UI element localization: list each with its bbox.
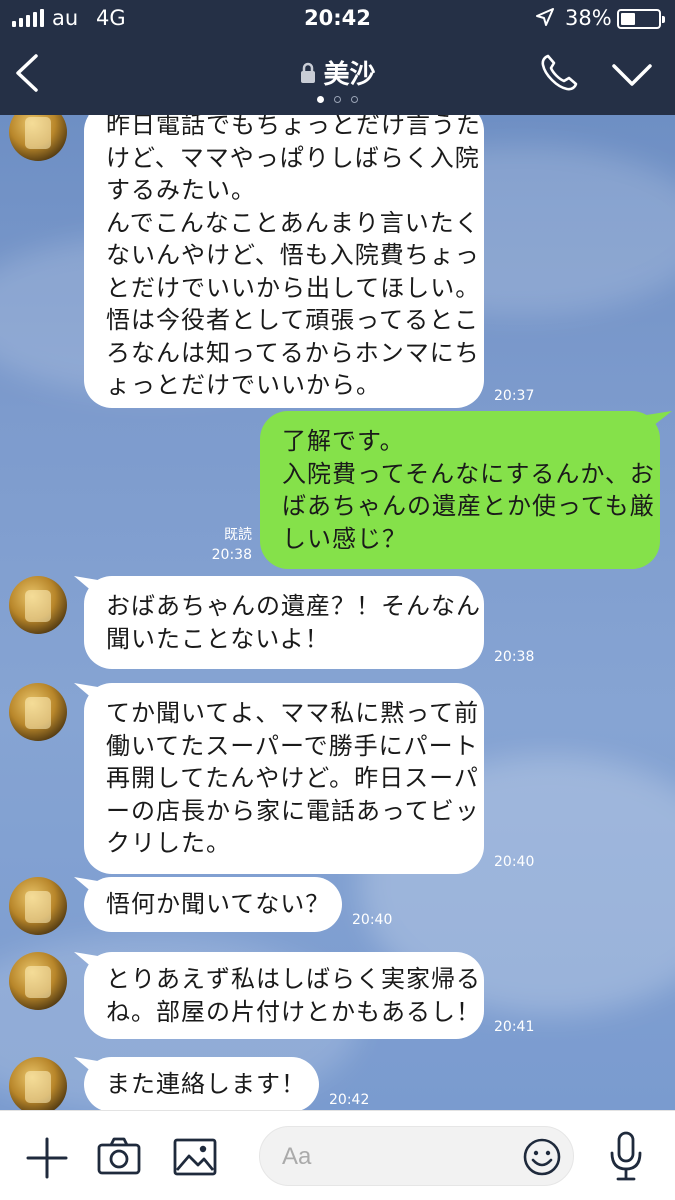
message-text-line: 悟は今役者として頑張ってるとこ bbox=[106, 306, 480, 334]
message-text-line: するみたい。 bbox=[106, 176, 256, 204]
message-time: 20:40 bbox=[352, 911, 393, 928]
message-text-line: ょっとだけでいいから。 bbox=[106, 371, 381, 399]
contact-avatar[interactable] bbox=[9, 576, 67, 634]
message-text-line: クリした。 bbox=[106, 829, 231, 857]
status-bar: au 4G 20:42 38% bbox=[0, 0, 675, 38]
chat-title[interactable]: 美沙 bbox=[299, 54, 376, 91]
page-dot bbox=[317, 96, 324, 103]
message-text-line: んでこんなことあんまり言いたく bbox=[106, 208, 480, 237]
message-text-line: けど、ママやっぱりしばらく入院 bbox=[106, 143, 480, 172]
battery-icon bbox=[617, 9, 665, 29]
message-text-line: 聞いたことないよ！ bbox=[106, 624, 330, 653]
message-incoming[interactable]: また連絡します！ 20:42 bbox=[0, 1057, 675, 1110]
lock-icon bbox=[301, 62, 316, 83]
message-time: 20:40 bbox=[494, 853, 535, 870]
microphone-icon[interactable] bbox=[609, 1131, 643, 1183]
contact-avatar[interactable] bbox=[9, 1057, 67, 1110]
emoji-icon[interactable] bbox=[522, 1137, 562, 1177]
plus-icon[interactable] bbox=[26, 1137, 68, 1179]
message-bubble[interactable]: 悟何か聞いてない？ bbox=[84, 877, 342, 932]
message-composer bbox=[0, 1110, 675, 1200]
message-bubble[interactable]: 昨日電話でもちょっとだけ言うたけど、ママやっぱりしばらく入院 するみたい。んでこん… bbox=[84, 115, 484, 408]
message-text-line: 了解です。 bbox=[282, 427, 405, 455]
message-incoming[interactable]: 悟何か聞いてない？ 20:40 bbox=[0, 877, 675, 935]
message-bubble[interactable]: てか聞いてよ、ママ私に黙って前 働いてたスーパーで勝手にパート 再開してたんやけど。… bbox=[84, 683, 484, 874]
message-time: 20:38 bbox=[211, 547, 252, 563]
message-text-line: ね。部屋の片付けとかもあるし！ bbox=[106, 997, 481, 1026]
phone-call-icon[interactable] bbox=[538, 52, 580, 94]
camera-icon[interactable] bbox=[97, 1137, 141, 1175]
message-text-line: ろなんは知ってるからホンマにち bbox=[106, 338, 480, 367]
page-indicator bbox=[0, 96, 675, 103]
page-dot bbox=[334, 96, 341, 103]
image-icon[interactable] bbox=[173, 1138, 217, 1176]
message-text-line: また連絡します！ bbox=[106, 1070, 306, 1098]
message-text-line: しい感じ？ bbox=[282, 524, 407, 553]
chat-nav-bar: 美沙 bbox=[0, 38, 675, 115]
location-arrow-icon bbox=[536, 8, 554, 26]
chat-area[interactable]: 昨日電話でもちょっとだけ言うたけど、ママやっぱりしばらく入院 するみたい。んでこん… bbox=[0, 115, 675, 1110]
message-text-line: とだけでいいから出してほしい。 bbox=[106, 273, 481, 302]
message-text-line: とりあえず私はしばらく実家帰る bbox=[106, 965, 481, 993]
message-text-line: 再開してたんやけど。昨日スーパ bbox=[106, 764, 479, 792]
message-text-line: 入院費ってそんなにするんか、お bbox=[282, 459, 655, 488]
message-incoming[interactable]: おばあちゃんの遺産？！そんなん 聞いたことないよ！ 20:38 bbox=[0, 576, 675, 669]
message-bubble[interactable]: また連絡します！ bbox=[84, 1057, 319, 1110]
message-text-line: 悟何か聞いてない？ bbox=[106, 890, 331, 918]
contact-avatar[interactable] bbox=[9, 952, 67, 1010]
message-time: 20:37 bbox=[494, 387, 535, 404]
message-text-line: 昨日電話でもちょっとだけ言うた bbox=[106, 115, 481, 139]
contact-avatar[interactable] bbox=[9, 115, 67, 161]
message-text-line: ないんやけど、悟も入院費ちょっ bbox=[106, 241, 480, 269]
message-input-box[interactable] bbox=[259, 1126, 574, 1186]
message-time: 20:42 bbox=[329, 1091, 370, 1108]
message-input[interactable] bbox=[282, 1139, 502, 1175]
app-header: au 4G 20:42 38% 美沙 bbox=[0, 0, 675, 115]
message-bubble[interactable]: とりあえず私はしばらく実家帰る ね。部屋の片付けとかもあるし！ bbox=[84, 952, 484, 1039]
message-bubble[interactable]: 了解です。入院費ってそんなにするんか、お ばあちゃんの遺産とか使っても厳 しい感じ？ bbox=[260, 411, 660, 569]
message-outgoing[interactable]: 了解です。入院費ってそんなにするんか、お ばあちゃんの遺産とか使っても厳 しい感じ？… bbox=[0, 411, 675, 569]
message-incoming[interactable]: とりあえず私はしばらく実家帰る ね。部屋の片付けとかもあるし！ 20:41 bbox=[0, 952, 675, 1039]
contact-avatar[interactable] bbox=[9, 683, 67, 741]
message-incoming[interactable]: 昨日電話でもちょっとだけ言うたけど、ママやっぱりしばらく入院 するみたい。んでこん… bbox=[0, 115, 675, 408]
contact-name: 美沙 bbox=[323, 60, 376, 90]
message-text-line: 働いてたスーパーで勝手にパート bbox=[106, 731, 479, 760]
message-text-line: てか聞いてよ、ママ私に黙って前 bbox=[106, 699, 480, 727]
page-dot bbox=[351, 96, 358, 103]
message-incoming[interactable]: てか聞いてよ、ママ私に黙って前 働いてたスーパーで勝手にパート 再開してたんやけど。… bbox=[0, 683, 675, 874]
message-time: 20:38 bbox=[494, 649, 535, 665]
message-bubble[interactable]: おばあちゃんの遺産？！そんなん 聞いたことないよ！ bbox=[84, 576, 484, 669]
contact-avatar[interactable] bbox=[9, 877, 67, 935]
message-time: 20:41 bbox=[494, 1019, 535, 1035]
message-text-line: ーの店長から家に電話あってビッ bbox=[106, 796, 480, 825]
message-text-line: ばあちゃんの遺産とか使っても厳 bbox=[282, 492, 655, 520]
chevron-down-icon[interactable] bbox=[610, 60, 654, 90]
read-receipt: 既読 20:38 bbox=[204, 525, 252, 565]
message-text-line: おばあちゃんの遺産？！そんなん bbox=[106, 592, 481, 620]
battery-percent: 38% bbox=[565, 6, 612, 30]
